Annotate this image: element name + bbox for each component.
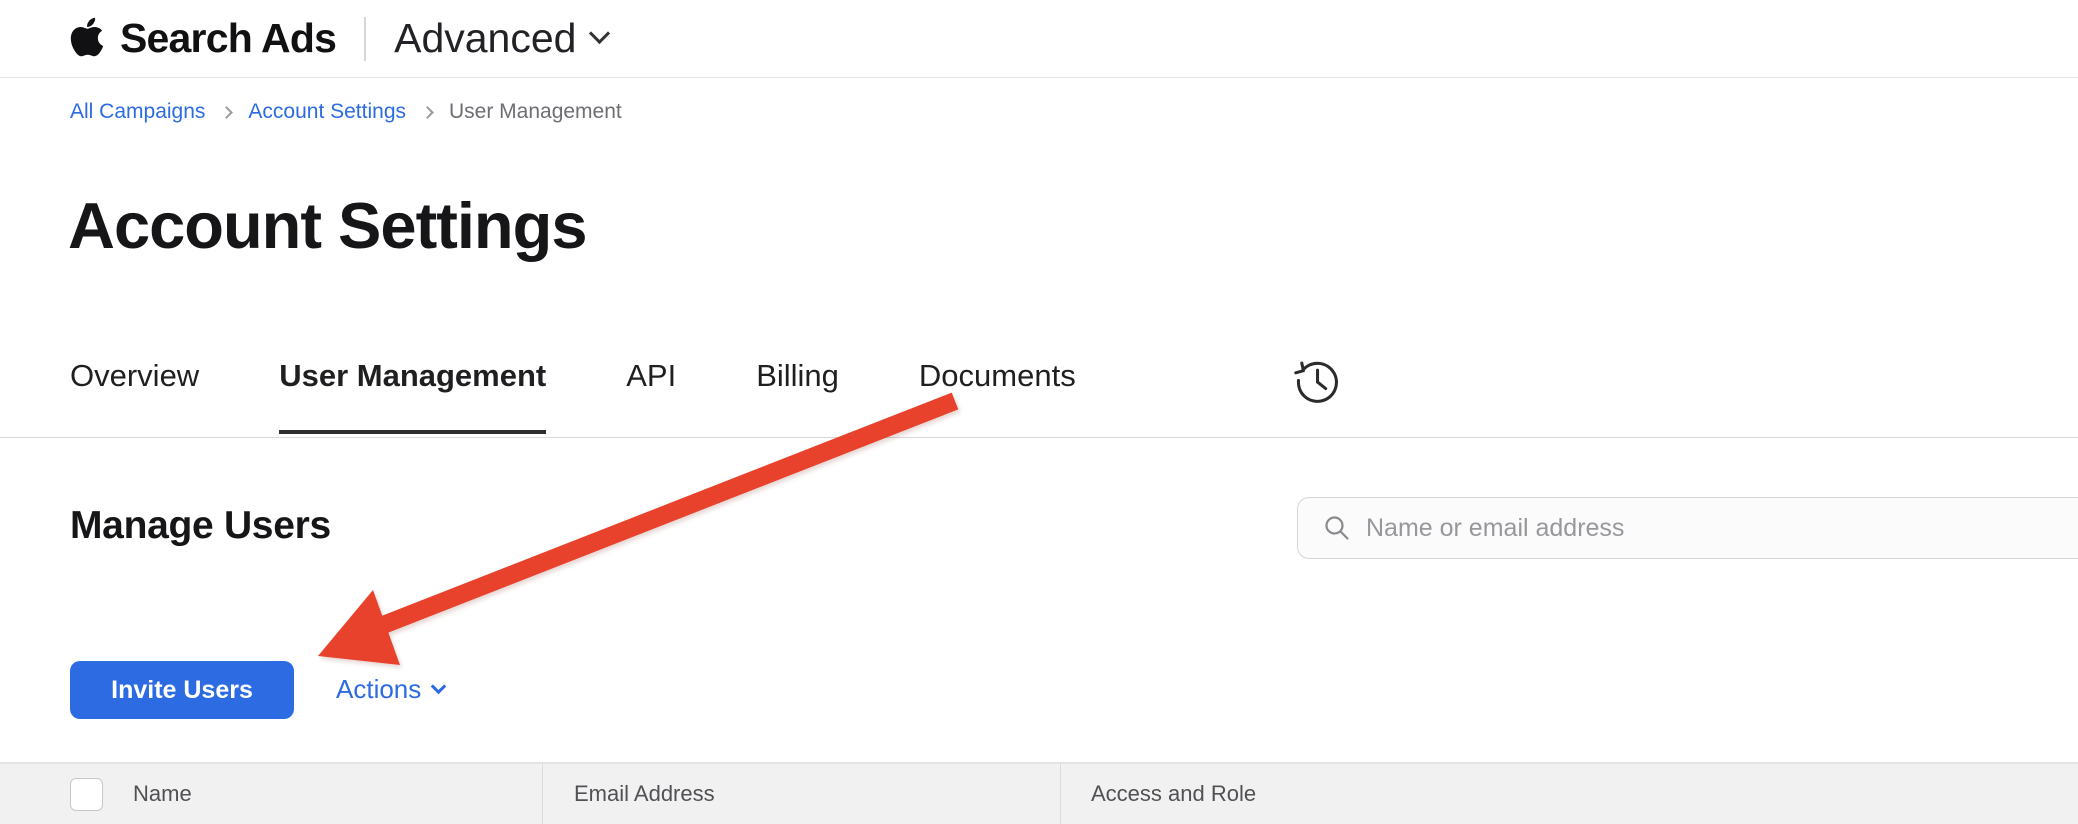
chevron-down-icon xyxy=(589,23,610,44)
tab-billing[interactable]: Billing xyxy=(756,358,839,434)
breadcrumb: All Campaigns Account Settings User Mana… xyxy=(70,100,622,124)
tab-user-management[interactable]: User Management xyxy=(279,358,546,434)
account-settings-tabs: Overview User Management API Billing Doc… xyxy=(70,358,1076,434)
column-divider xyxy=(1060,764,1061,824)
tab-api[interactable]: API xyxy=(626,358,676,434)
search-input[interactable] xyxy=(1297,497,2078,559)
brand-home-link[interactable]: Search Ads xyxy=(70,15,336,62)
history-icon[interactable] xyxy=(1292,356,1342,406)
column-header-access-role: Access and Role xyxy=(1091,781,1256,807)
tab-documents[interactable]: Documents xyxy=(919,358,1076,434)
apple-icon xyxy=(70,15,104,59)
column-header-email: Email Address xyxy=(574,781,715,807)
topbar-divider xyxy=(364,17,366,61)
brand-wordmark: Search Ads xyxy=(120,15,336,62)
column-divider xyxy=(542,764,543,824)
breadcrumb-all-campaigns[interactable]: All Campaigns xyxy=(70,100,205,124)
account-settings-page: Search Ads Advanced All Campaigns Accoun… xyxy=(0,0,2078,824)
chevron-right-icon xyxy=(421,106,434,119)
page-title: Account Settings xyxy=(68,188,586,263)
select-all-checkbox[interactable] xyxy=(70,778,103,811)
column-header-name: Name xyxy=(133,781,192,807)
product-label: Advanced xyxy=(394,15,576,62)
tab-overview[interactable]: Overview xyxy=(70,358,199,434)
section-heading: Manage Users xyxy=(70,504,331,548)
top-navigation-bar: Search Ads Advanced xyxy=(0,0,2078,78)
actions-label: Actions xyxy=(336,674,421,705)
chevron-down-icon xyxy=(431,679,447,695)
chevron-right-icon xyxy=(221,106,234,119)
product-switcher[interactable]: Advanced xyxy=(394,15,607,62)
tabs-divider-line xyxy=(0,437,2078,438)
breadcrumb-current-user-management: User Management xyxy=(449,100,622,124)
invite-users-button[interactable]: Invite Users xyxy=(70,661,294,719)
user-search xyxy=(1297,497,2078,559)
users-table-header: Name Email Address Access and Role xyxy=(0,762,2078,824)
breadcrumb-account-settings[interactable]: Account Settings xyxy=(248,100,406,124)
actions-dropdown[interactable]: Actions xyxy=(336,674,444,705)
